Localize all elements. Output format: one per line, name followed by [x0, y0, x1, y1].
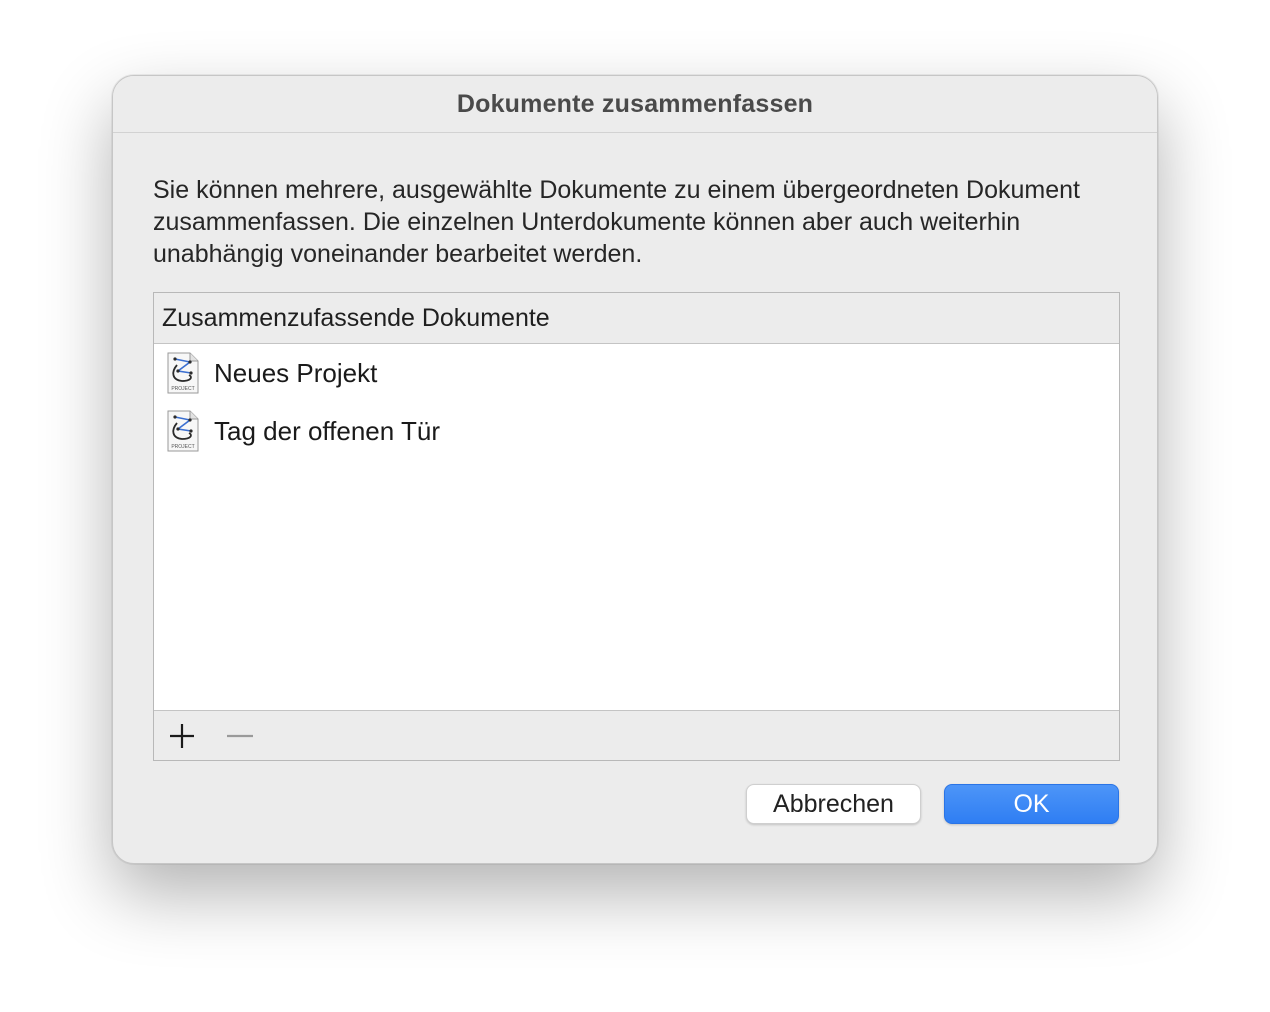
- cancel-button[interactable]: Abbrechen: [746, 784, 921, 824]
- remove-document-button[interactable]: [220, 718, 260, 754]
- merge-documents-dialog: Dokumente zusammenfassen Sie können mehr…: [112, 75, 1158, 864]
- dialog-title: Dokumente zusammenfassen: [456, 89, 814, 118]
- table-footer-toolbar: [154, 710, 1119, 760]
- column-header-label: Zusammenzufassende Dokumente: [162, 303, 550, 332]
- table-row[interactable]: PROJECT Neues Projekt: [154, 344, 1119, 402]
- project-file-icon: PROJECT: [167, 410, 199, 452]
- project-file-icon: PROJECT: [167, 352, 199, 394]
- document-name: Neues Projekt: [214, 357, 378, 388]
- minus-icon: [227, 734, 253, 738]
- document-name: Tag der offenen Tür: [214, 415, 440, 446]
- icon-caption: PROJECT: [171, 444, 194, 450]
- add-document-button[interactable]: [162, 718, 202, 754]
- plus-icon: [170, 724, 194, 748]
- documents-list: PROJECT Neues Projekt PROJECT Tag der of…: [154, 344, 1119, 460]
- icon-caption: PROJECT: [171, 386, 194, 392]
- table-column-header[interactable]: Zusammenzufassende Dokumente: [154, 293, 1119, 344]
- title-bar: Dokumente zusammenfassen: [113, 76, 1157, 133]
- table-row[interactable]: PROJECT Tag der offenen Tür: [154, 402, 1119, 460]
- ok-button[interactable]: OK: [944, 784, 1119, 824]
- documents-table: Zusammenzufassende Dokumente PROJECT Neu…: [153, 292, 1120, 761]
- dialog-description: Sie können mehrere, ausgewählte Dokument…: [153, 176, 1080, 268]
